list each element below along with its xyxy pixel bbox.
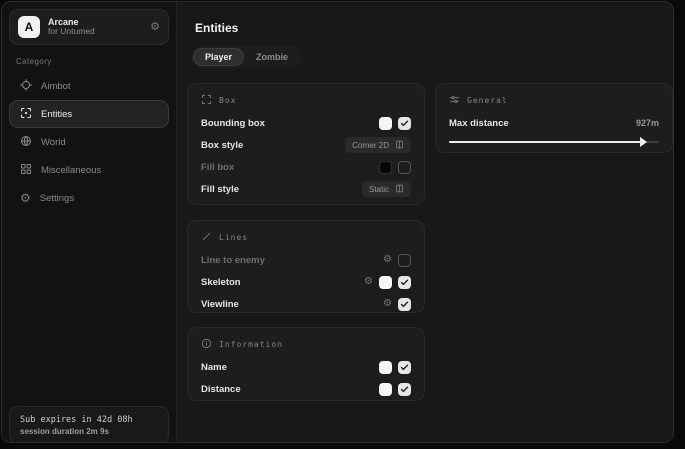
- sidebar-item-label: Miscellaneous: [41, 165, 101, 176]
- information-section: Information Name Distance: [187, 327, 425, 401]
- slider-thumb[interactable]: [640, 137, 647, 147]
- box-style-dropdown[interactable]: Corner 2D: [345, 137, 411, 153]
- setting-label: Distance: [201, 384, 379, 395]
- session-duration-text: session duration 2m 9s: [20, 427, 158, 436]
- sidebar-item-label: Entities: [41, 109, 72, 120]
- box-section: Box Bounding box Box style Corner 2D: [187, 83, 425, 205]
- setting-row-viewline: Viewline ⚙: [201, 297, 411, 311]
- globe-icon: [20, 135, 32, 150]
- grid-icon: [20, 163, 32, 178]
- setting-label: Box style: [201, 140, 345, 151]
- gear-icon[interactable]: ⚙: [364, 277, 373, 287]
- setting-label: Fill style: [201, 184, 362, 195]
- box-corners-icon: [201, 92, 212, 110]
- lines-section: Lines Line to enemy ⚙ Skeleton ⚙: [187, 220, 425, 313]
- setting-row-bounding-box: Bounding box: [201, 116, 411, 130]
- setting-row-fill-style: Fill style Static: [201, 182, 411, 196]
- page-title: Entities: [195, 21, 238, 35]
- sidebar-item-miscellaneous[interactable]: Miscellaneous: [9, 156, 169, 184]
- category-label: Category: [16, 57, 52, 66]
- general-section: General Max distance 927m: [435, 83, 673, 153]
- setting-label: Max distance: [449, 118, 636, 129]
- gear-icon[interactable]: ⚙: [150, 22, 160, 33]
- gear-icon[interactable]: ⚙: [383, 255, 392, 265]
- setting-label: Name: [201, 362, 379, 373]
- max-distance-value: 927m: [636, 118, 659, 128]
- crosshair-icon: [20, 79, 32, 94]
- max-distance-slider[interactable]: [449, 138, 659, 146]
- select-icon: [395, 136, 404, 154]
- setting-label: Skeleton: [201, 277, 364, 288]
- app-subtitle: for Untumed: [48, 27, 142, 37]
- sidebar-item-entities[interactable]: Entities: [9, 100, 169, 128]
- main-panel: Entities Player Zombie Box Bounding box: [176, 2, 673, 442]
- color-swatch[interactable]: [379, 361, 392, 374]
- setting-label: Line to enemy: [201, 255, 383, 266]
- setting-row-skeleton: Skeleton ⚙: [201, 275, 411, 289]
- section-title: Box: [219, 96, 236, 105]
- entity-tabs: Player Zombie: [191, 46, 302, 68]
- color-swatch[interactable]: [379, 117, 392, 130]
- setting-row-max-distance: Max distance 927m: [449, 116, 659, 130]
- sidebar-item-world[interactable]: World: [9, 128, 169, 156]
- color-swatch[interactable]: [379, 383, 392, 396]
- sidebar: A Arcane for Untumed ⚙ Category Aimbot E…: [2, 2, 176, 442]
- setting-row-box-style: Box style Corner 2D: [201, 138, 411, 152]
- slider-fill: [449, 141, 642, 143]
- section-title: General: [467, 96, 508, 105]
- scan-icon: [20, 107, 32, 122]
- checkbox-checked[interactable]: [398, 276, 411, 289]
- checkbox-unchecked[interactable]: [398, 161, 411, 174]
- checkbox-checked[interactable]: [398, 361, 411, 374]
- checkbox-checked[interactable]: [398, 117, 411, 130]
- setting-label: Bounding box: [201, 118, 379, 129]
- sidebar-nav: Aimbot Entities World Miscellaneous: [9, 72, 169, 212]
- setting-row-fill-box: Fill box: [201, 160, 411, 174]
- sidebar-item-label: World: [41, 137, 66, 148]
- checkbox-unchecked[interactable]: [398, 254, 411, 267]
- section-title: Information: [219, 340, 283, 349]
- checkbox-checked[interactable]: [398, 298, 411, 311]
- sidebar-item-label: Settings: [40, 193, 74, 204]
- sidebar-item-settings[interactable]: ⚙ Settings: [9, 184, 169, 212]
- tab-zombie[interactable]: Zombie: [244, 48, 300, 66]
- sliders-icon: [449, 92, 460, 110]
- setting-row-name: Name: [201, 360, 411, 374]
- color-swatch[interactable]: [379, 276, 392, 289]
- gear-icon[interactable]: ⚙: [383, 299, 392, 309]
- subscription-card: Sub expires in 42d 08h session duration …: [9, 406, 169, 443]
- sidebar-item-label: Aimbot: [41, 81, 71, 92]
- sub-expires-text: Sub expires in 42d 08h: [20, 415, 158, 425]
- color-swatch[interactable]: [379, 161, 392, 174]
- app-window: A Arcane for Untumed ⚙ Category Aimbot E…: [1, 1, 674, 443]
- setting-label: Viewline: [201, 299, 383, 310]
- app-logo: A: [18, 16, 40, 38]
- setting-row-line-to-enemy: Line to enemy ⚙: [201, 253, 411, 267]
- dropdown-value: Static: [369, 185, 389, 194]
- info-icon: [201, 336, 212, 354]
- setting-label: Fill box: [201, 162, 379, 173]
- diagonal-line-icon: [201, 229, 212, 247]
- dropdown-value: Corner 2D: [352, 141, 389, 150]
- brand-card: A Arcane for Untumed ⚙: [9, 9, 169, 45]
- section-title: Lines: [219, 233, 248, 242]
- setting-row-distance: Distance: [201, 382, 411, 396]
- tab-player[interactable]: Player: [193, 48, 244, 66]
- gear-icon: ⚙: [20, 192, 31, 204]
- select-icon: [395, 180, 404, 198]
- checkbox-checked[interactable]: [398, 383, 411, 396]
- sidebar-item-aimbot[interactable]: Aimbot: [9, 72, 169, 100]
- fill-style-dropdown[interactable]: Static: [362, 181, 411, 197]
